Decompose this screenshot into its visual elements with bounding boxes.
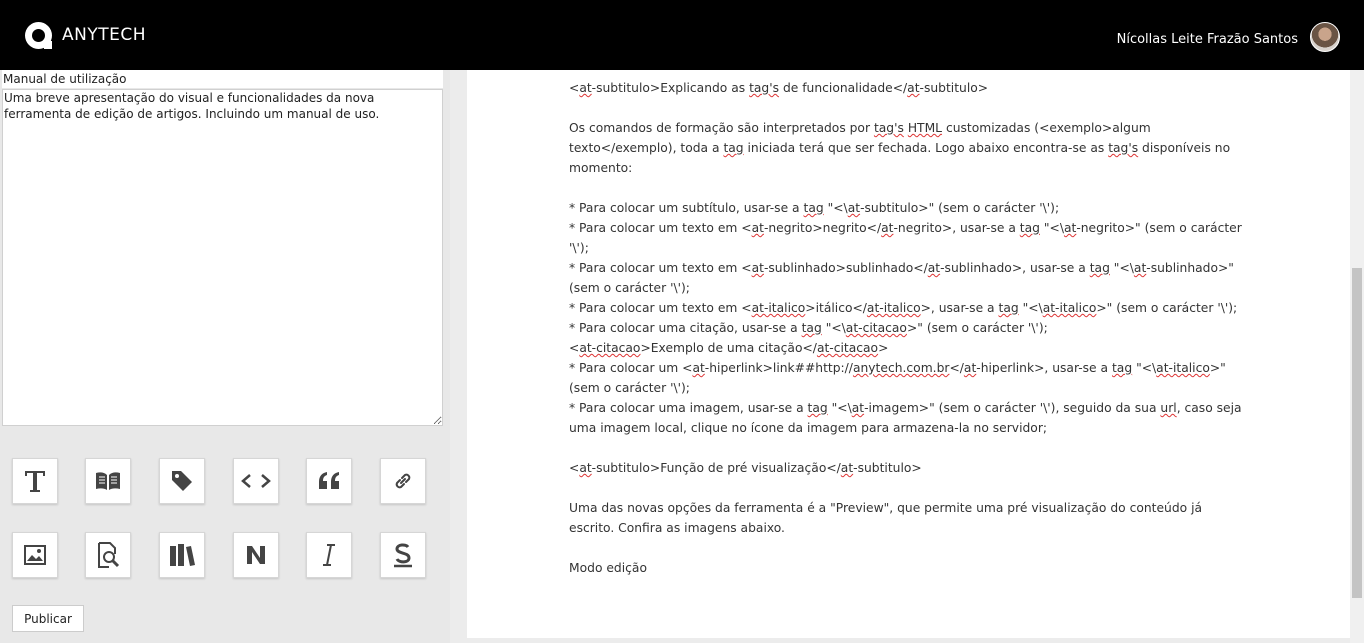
user-name[interactable]: Nícollas Leite Frazão Santos (1117, 32, 1298, 47)
quote-icon (319, 472, 339, 489)
article-line: * Para colocar uma citação, usar-se a ta… (569, 321, 1048, 335)
article-line: Uma das novas opções da ferramenta é a "… (569, 501, 1203, 535)
code-brackets-icon (241, 474, 271, 488)
article-line: * Para colocar um <at-hiperlink>link##ht… (569, 361, 1226, 395)
subtitle-button[interactable] (12, 458, 58, 504)
bold-n-icon (247, 546, 265, 564)
image-button[interactable] (12, 532, 58, 578)
editor-panel: Uma breve apresentação do visual e funci… (0, 70, 450, 643)
article-blank-line (569, 478, 1249, 498)
open-book-icon (96, 472, 120, 490)
anytech-logo-icon[interactable] (25, 22, 52, 49)
bold-button[interactable] (233, 532, 279, 578)
books-icon (170, 544, 195, 566)
library-button[interactable] (159, 532, 205, 578)
scrollbar-thumb[interactable] (1352, 268, 1362, 598)
quote-button[interactable] (306, 458, 352, 504)
article-title-input[interactable] (2, 70, 443, 88)
top-bar: ANYTECH Nícollas Leite Frazão Santos (0, 0, 1364, 70)
article-blank-line (569, 538, 1249, 558)
article-line: <at-subtitulo>Função de pré visualização… (569, 461, 922, 475)
link-icon (395, 473, 411, 489)
article-line: * Para colocar uma imagem, usar-se a tag… (569, 401, 1242, 435)
preview-button[interactable] (85, 532, 131, 578)
italic-button[interactable] (306, 532, 352, 578)
article-line: <at-citacao>Exemplo de uma citação</at-c… (569, 341, 889, 355)
link-button[interactable] (380, 458, 426, 504)
article-blank-line (569, 178, 1249, 198)
image-icon (24, 545, 46, 565)
article-text[interactable]: <at-subtitulo>Explicando as tag's de fun… (569, 78, 1249, 578)
avatar[interactable] (1310, 22, 1340, 52)
code-button[interactable] (233, 458, 279, 504)
brand-name[interactable]: ANYTECH (62, 25, 146, 45)
article-line: * Para colocar um subtítulo, usar-se a t… (569, 201, 1060, 215)
article-line: * Para colocar um texto em <at-italico>i… (569, 301, 1238, 315)
underline-s-icon (394, 543, 412, 568)
tag-button[interactable] (159, 458, 205, 504)
article-line: * Para colocar um texto em <at-negrito>n… (569, 221, 1242, 255)
article-blank-line (569, 438, 1249, 458)
article-line: Os comandos de formação são interpretado… (569, 121, 1231, 175)
article-editor[interactable]: <at-subtitulo>Explicando as tag's de fun… (467, 70, 1350, 638)
document-search-icon (98, 542, 120, 568)
article-line: * Para colocar um texto em <at-sublinhad… (569, 261, 1234, 295)
italic-icon (323, 544, 335, 566)
tag-icon (172, 471, 192, 491)
reading-button[interactable] (85, 458, 131, 504)
article-line: <at-subtitulo>Explicando as tag's de fun… (569, 81, 989, 95)
publish-button[interactable]: Publicar (12, 605, 84, 632)
article-line: Modo edição (569, 561, 647, 575)
underline-button[interactable] (380, 532, 426, 578)
article-description-textarea[interactable]: Uma breve apresentação do visual e funci… (2, 89, 443, 426)
text-t-icon (25, 471, 45, 492)
article-blank-line (569, 98, 1249, 118)
